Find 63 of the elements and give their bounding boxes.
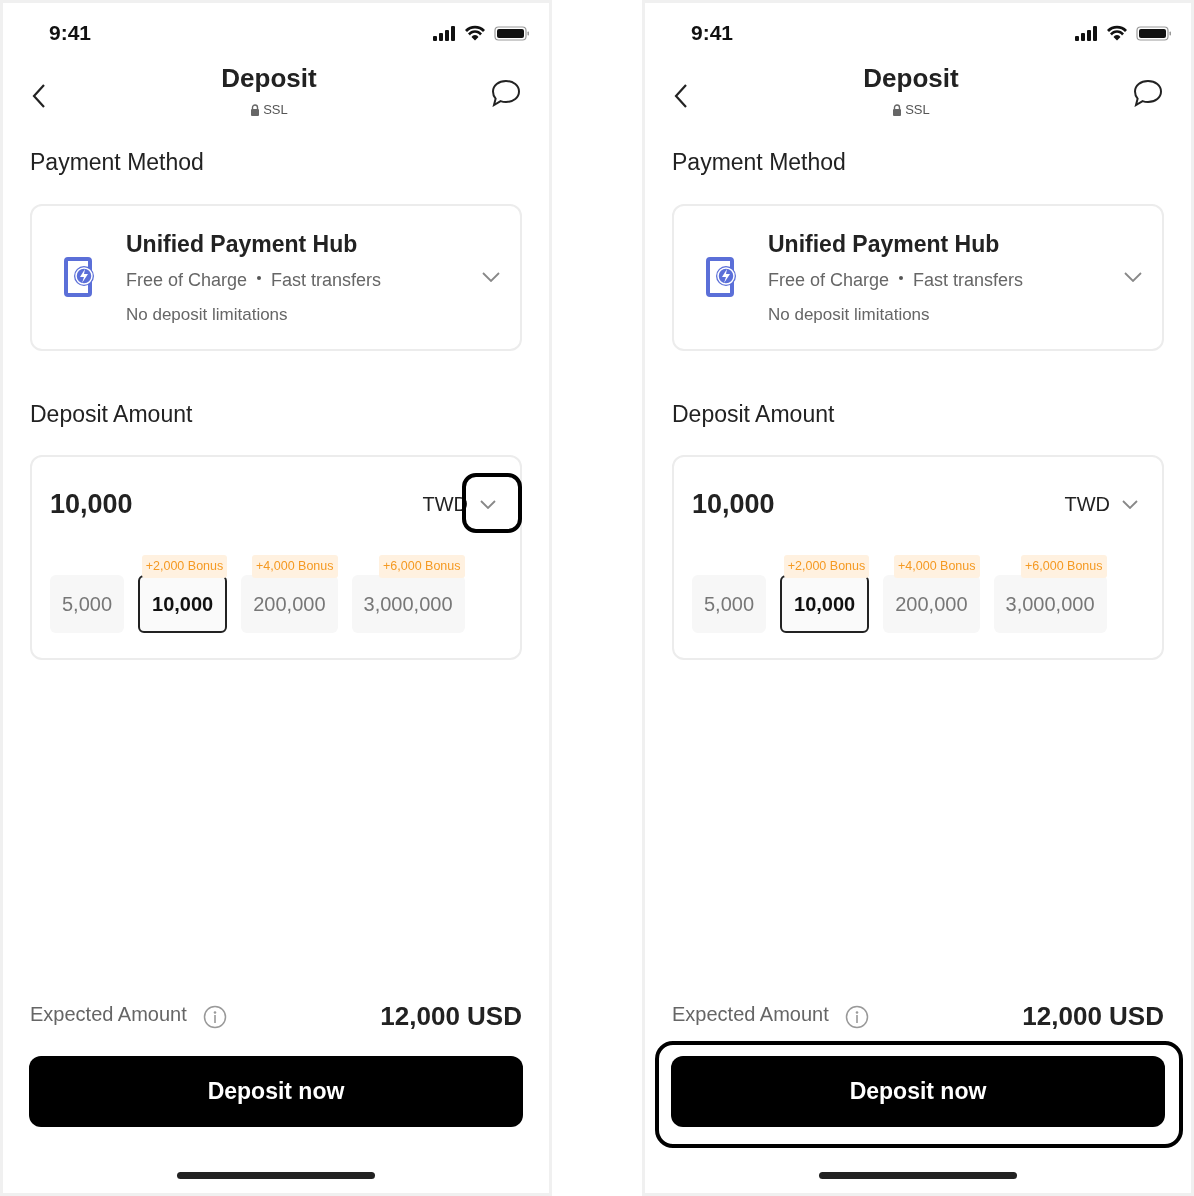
bonus-tag: +6,000 Bonus — [1021, 555, 1107, 578]
battery-icon — [494, 26, 529, 41]
expected-label: Expected Amount — [30, 1001, 187, 1027]
chevron-down-icon[interactable] — [1124, 272, 1142, 282]
chevron-down-icon[interactable] — [1122, 499, 1138, 509]
status-time: 9:41 — [49, 20, 92, 47]
currency-label: TWD — [1064, 492, 1110, 517]
method-feature: Fast transfers — [271, 269, 382, 292]
amount-option[interactable]: 200,000 — [241, 575, 338, 633]
chat-icon[interactable] — [1133, 79, 1163, 107]
section-heading: Payment Method — [30, 148, 205, 177]
ssl-label: SSL — [905, 101, 930, 119]
amount-option[interactable]: 3,000,000 — [351, 575, 465, 633]
amount-option[interactable]: 10,000 — [138, 575, 228, 633]
wifi-icon — [465, 25, 485, 41]
amount-option[interactable]: 3,000,000 — [993, 575, 1107, 633]
method-name: Unified Payment Hub — [768, 229, 1001, 259]
method-feature: Fast transfers — [913, 269, 1024, 292]
bonus-tag: +4,000 Bonus — [252, 555, 338, 578]
info-icon[interactable] — [844, 1004, 869, 1029]
payment-method-card[interactable]: Unified Payment Hub Free of Charge Fast transfers No deposit limitations — [30, 203, 522, 351]
phone-bolt-icon — [706, 257, 738, 297]
battery-icon — [1136, 26, 1171, 41]
info-icon[interactable] — [202, 1004, 227, 1029]
bonus-tag: +4,000 Bonus — [894, 555, 980, 578]
amount-value: 10,000 — [50, 487, 133, 521]
chevron-down-icon[interactable] — [482, 272, 500, 282]
wifi-icon — [1107, 25, 1127, 41]
lock-icon — [250, 103, 261, 116]
ssl-label: SSL — [263, 101, 288, 119]
method-note: No deposit limitations — [768, 304, 931, 326]
bonus-tag: +6,000 Bonus — [379, 555, 465, 578]
method-feature: Free of Charge — [768, 269, 890, 292]
amount-value: 10,000 — [692, 487, 775, 521]
amount-option[interactable]: 10,000 — [780, 575, 870, 633]
section-heading: Deposit Amount — [672, 399, 836, 429]
chevron-down-icon[interactable] — [480, 499, 496, 509]
back-icon[interactable] — [31, 83, 47, 109]
section-heading: Deposit Amount — [30, 399, 194, 429]
back-icon[interactable] — [673, 83, 689, 109]
expected-value: 12,000 USD — [380, 1000, 522, 1033]
method-note: No deposit limitations — [126, 304, 289, 326]
expected-label: Expected Amount — [672, 1001, 829, 1027]
status-time: 9:41 — [691, 20, 734, 47]
phone-bolt-icon — [64, 257, 96, 297]
section-heading: Payment Method — [672, 148, 847, 177]
expected-value: 12,000 USD — [1022, 1000, 1164, 1033]
bonus-tag: +2,000 Bonus — [783, 555, 870, 578]
signal-icon — [433, 26, 455, 41]
lock-icon — [892, 103, 903, 116]
amount-option[interactable]: 200,000 — [883, 575, 980, 633]
page-title: Deposit — [221, 62, 317, 95]
method-name: Unified Payment Hub — [126, 229, 359, 259]
bonus-tag: +2,000 Bonus — [141, 555, 228, 578]
amount-option[interactable]: 5,000 — [692, 575, 767, 633]
payment-method-card[interactable]: Unified Payment Hub Free of Charge Fast transfers No deposit limitations — [672, 203, 1164, 351]
amount-option[interactable]: 5,000 — [50, 575, 125, 633]
chat-icon[interactable] — [491, 79, 521, 107]
deposit-button[interactable]: Deposit now — [671, 1056, 1165, 1127]
signal-icon — [1075, 26, 1097, 41]
method-feature: Free of Charge — [126, 269, 248, 292]
deposit-button[interactable]: Deposit now — [29, 1056, 523, 1127]
page-title: Deposit — [863, 62, 959, 95]
